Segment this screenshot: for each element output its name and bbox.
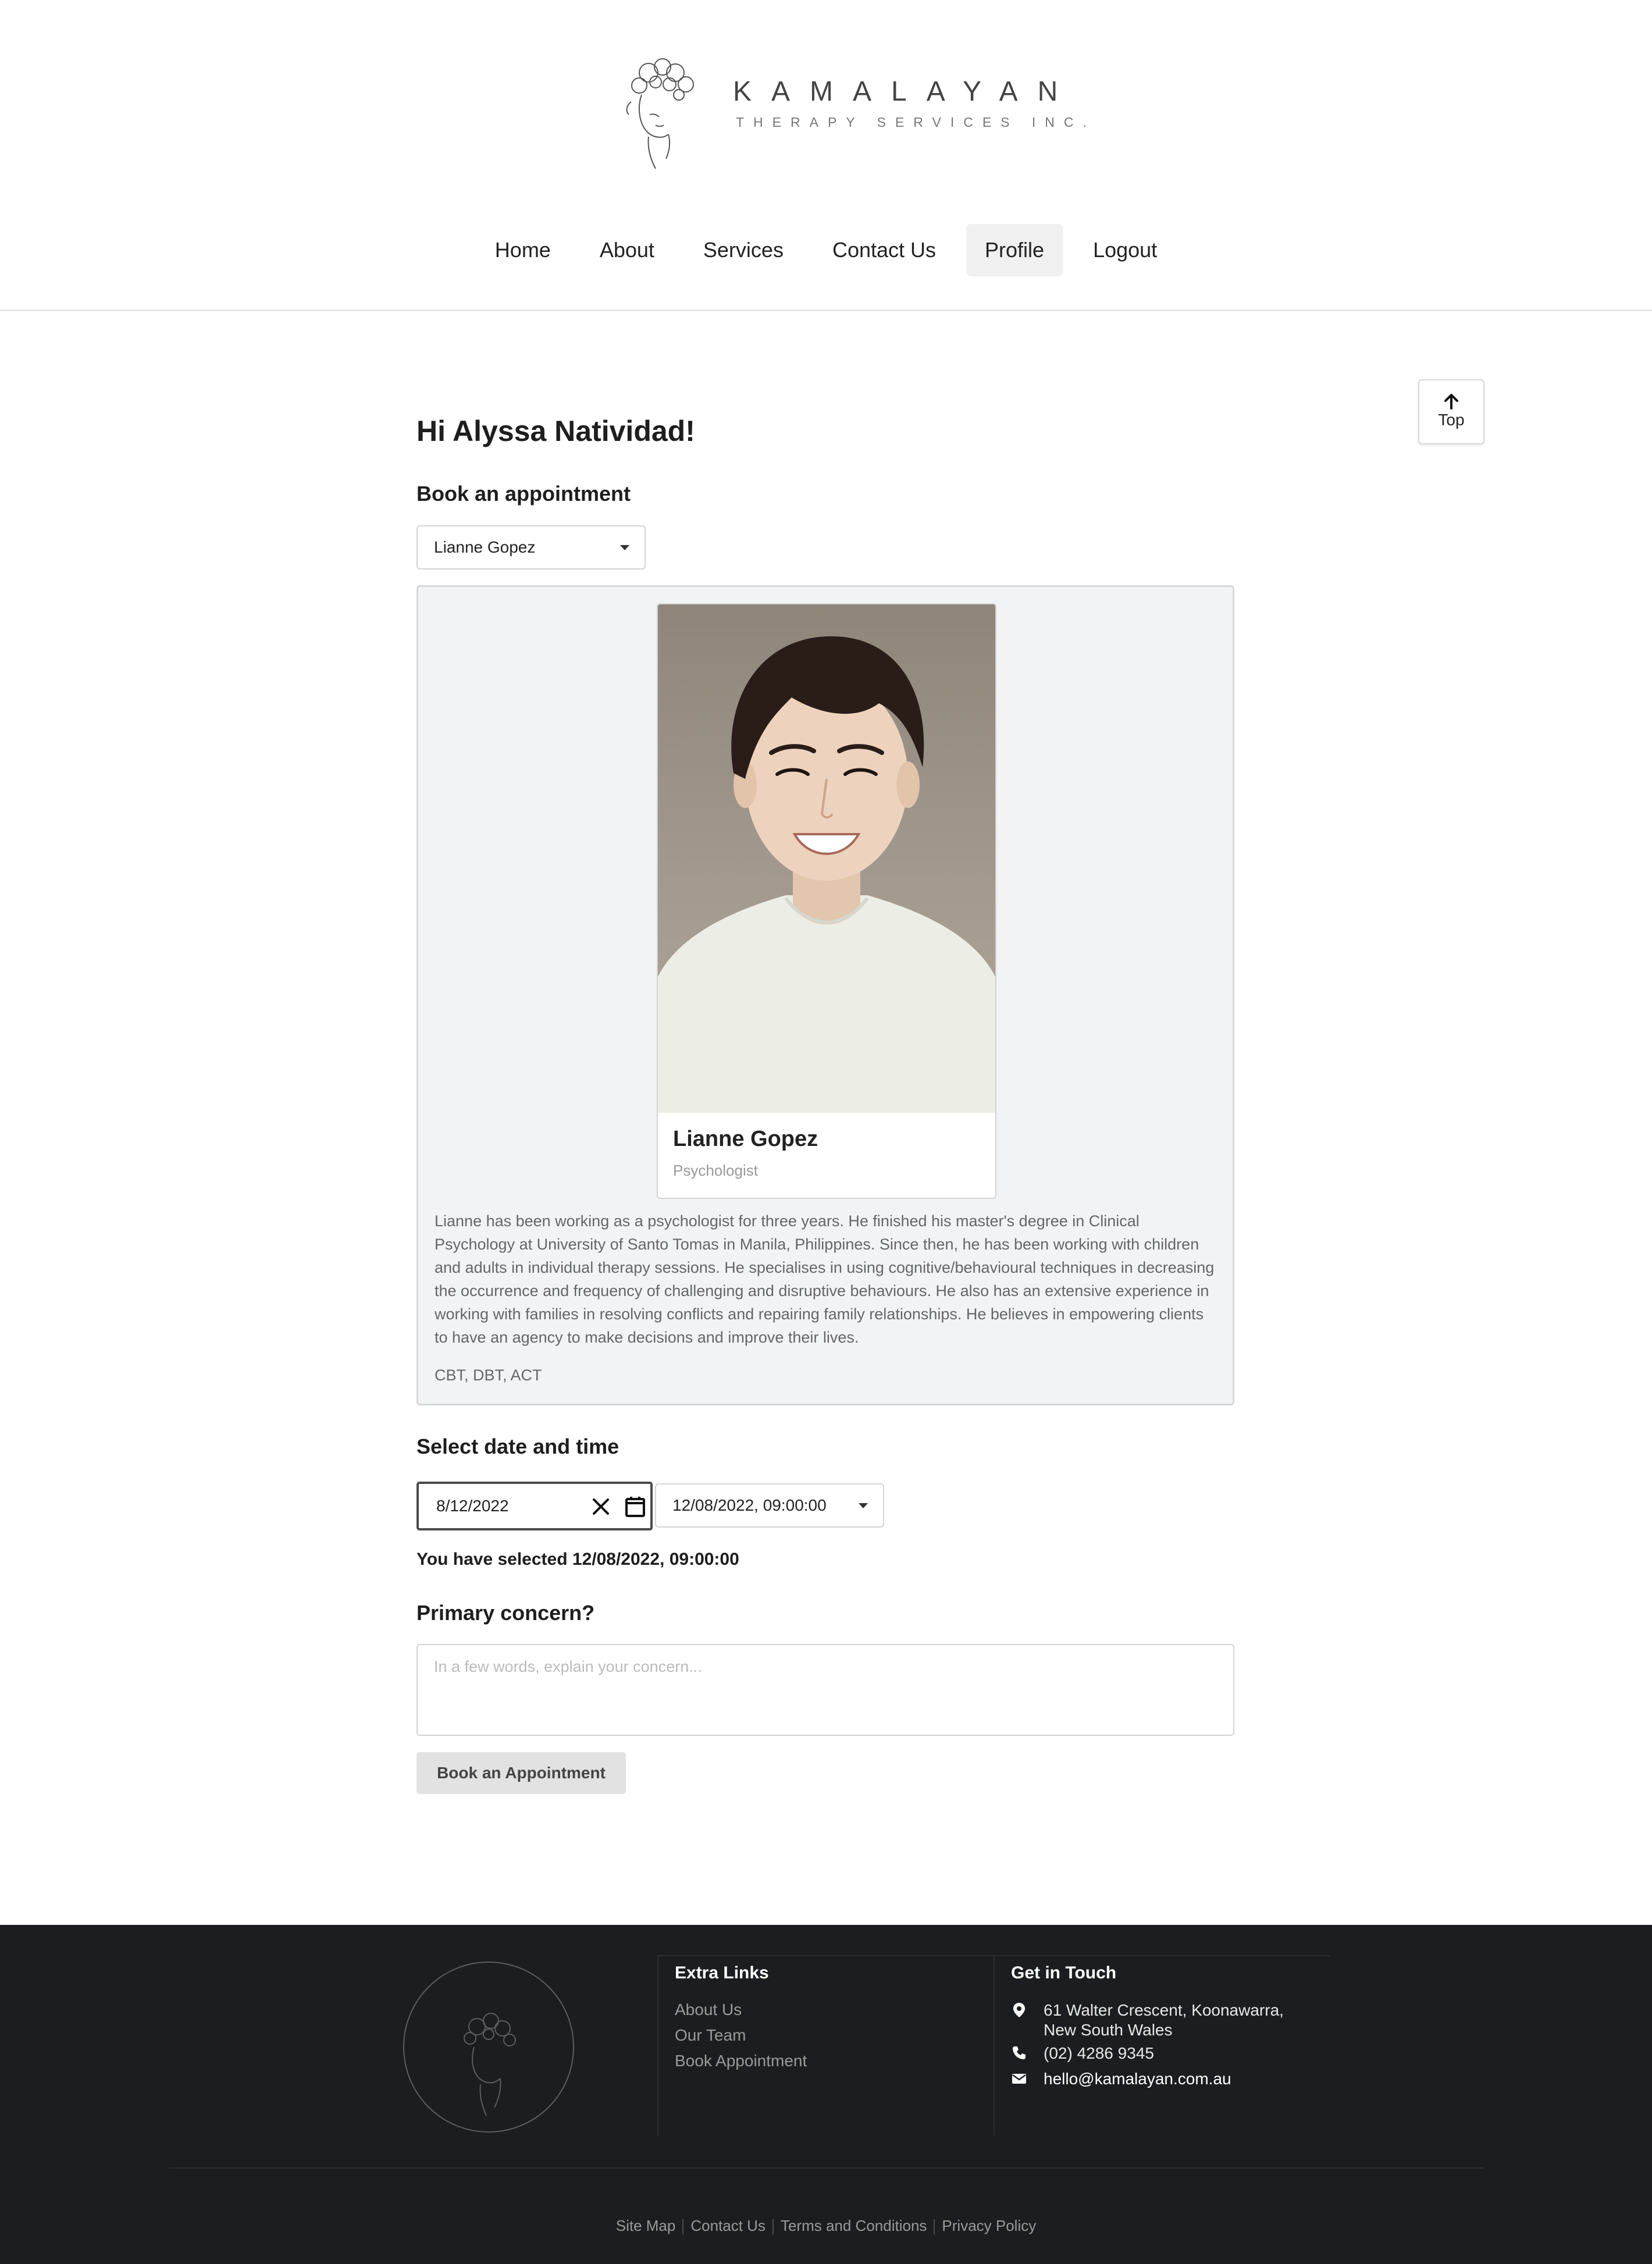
footer-logo-seal-icon[interactable] <box>401 1960 576 2134</box>
therapist-modalities: CBT, DBT, ACT <box>435 1366 542 1384</box>
brand-logo[interactable]: KAMALAYAN THERAPY SERVICES INC. <box>614 49 1087 172</box>
footer-link-about-us[interactable]: About Us <box>675 2000 742 2019</box>
time-slot-select[interactable]: 12/08/2022, 09:00:00 <box>655 1483 884 1528</box>
therapist-card: Lianne Gopez Psychologist <box>657 603 996 1199</box>
therapist-select-value: Lianne Gopez <box>434 538 536 556</box>
footer-link-site-map[interactable]: Site Map <box>609 2217 683 2234</box>
get-in-touch-column: Get in Touch 61 Walter Crescent, Koonawa… <box>994 1955 1331 2135</box>
logo-face-flowers-icon <box>626 58 694 169</box>
therapist-role: Psychologist <box>673 1162 758 1179</box>
date-input-value: 8/12/2022 <box>436 1497 509 1515</box>
chevron-down-icon <box>859 1503 868 1508</box>
book-appointment-heading: Book an appointment <box>416 482 631 506</box>
arrow-up-icon <box>1444 394 1458 410</box>
brand-subtitle: THERAPY SERVICES INC. <box>736 115 1096 130</box>
nav-profile[interactable]: Profile <box>966 224 1063 276</box>
primary-concern-heading: Primary concern? <box>416 1601 595 1625</box>
back-to-top-label: Top <box>1438 411 1465 429</box>
brand-title: KAMALAYAN <box>733 76 1078 107</box>
nav-logout[interactable]: Logout <box>1074 224 1176 276</box>
map-pin-icon <box>1013 2003 1025 2017</box>
nav-about[interactable]: About <box>581 224 673 276</box>
book-appointment-button[interactable]: Book an Appointment <box>416 1752 626 1794</box>
footer-link-contact-us[interactable]: Contact Us <box>683 2217 772 2234</box>
footer-link-privacy[interactable]: Privacy Policy <box>935 2217 1043 2234</box>
chevron-down-icon <box>620 545 629 550</box>
date-input[interactable]: 8/12/2022 <box>416 1482 653 1530</box>
site-footer: Extra Links About Us Our Team Book Appoi… <box>0 1925 1652 2264</box>
extra-links-column: Extra Links About Us Our Team Book Appoi… <box>657 1955 995 2135</box>
nav-home[interactable]: Home <box>476 224 569 276</box>
calendar-icon[interactable] <box>625 1496 646 1518</box>
therapist-portrait-illustration <box>658 636 995 1113</box>
therapist-details-panel: Lianne Gopez Psychologist Lianne has bee… <box>416 585 1234 1405</box>
therapist-photo <box>658 604 995 1113</box>
footer-divider <box>169 2167 1483 2169</box>
address-line-1: 61 Walter Crescent, Koonawarra, <box>1044 2001 1284 2019</box>
select-date-heading: Select date and time <box>416 1434 620 1458</box>
footer-bottom-links: Site Map Contact Us Terms and Conditions Pr… <box>0 2217 1652 2235</box>
therapist-select[interactable]: Lianne Gopez <box>416 525 646 569</box>
selected-datetime-text: You have selected 12/08/2022, 09:00:00 <box>416 1550 739 1569</box>
email-address[interactable]: hello@kamalayan.com.au <box>1044 2069 1231 2089</box>
extra-links-title: Extra Links <box>675 1963 769 1982</box>
address-line-2: New South Wales <box>1044 2021 1173 2039</box>
site-header: KAMALAYAN THERAPY SERVICES INC. Home Abo… <box>0 0 1652 311</box>
envelope-icon <box>1012 2074 1026 2084</box>
nav-services[interactable]: Services <box>685 224 802 276</box>
get-in-touch-title: Get in Touch <box>1011 1963 1117 1982</box>
footer-link-book-appointment[interactable]: Book Appointment <box>675 2052 807 2070</box>
therapist-bio: Lianne has been working as a psychologis… <box>435 1212 1215 1346</box>
footer-link-our-team[interactable]: Our Team <box>675 2026 746 2045</box>
greeting-heading: Hi Alyssa Natividad! <box>416 415 695 447</box>
main-nav: Home About Services Contact Us Profile L… <box>0 224 1652 276</box>
back-to-top-button[interactable]: Top <box>1418 379 1484 444</box>
primary-concern-textarea[interactable] <box>416 1644 1234 1736</box>
nav-contact-us[interactable]: Contact Us <box>814 224 955 276</box>
time-slot-select-value: 12/08/2022, 09:00:00 <box>672 1496 827 1514</box>
phone-icon <box>1013 2046 1026 2059</box>
therapist-name: Lianne Gopez <box>673 1127 818 1151</box>
close-icon[interactable] <box>591 1497 611 1517</box>
phone-number[interactable]: (02) 4286 9345 <box>1044 2044 1154 2063</box>
footer-link-terms[interactable]: Terms and Conditions <box>774 2217 934 2234</box>
